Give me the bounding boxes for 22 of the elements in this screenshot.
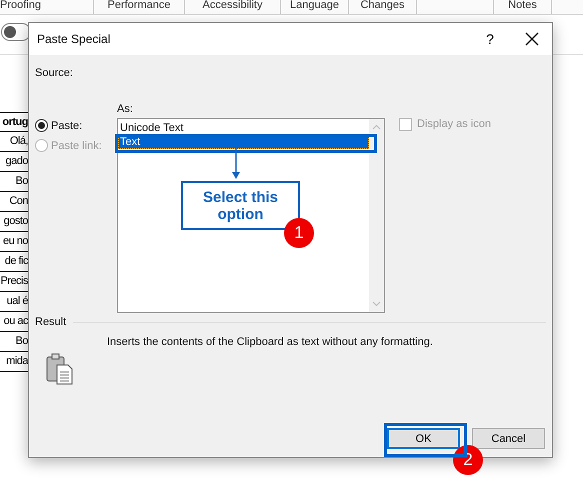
ribbon-group-label: Changes bbox=[360, 0, 405, 11]
result-description: Inserts the contents of the Clipboard as text without any formatting. bbox=[107, 336, 433, 348]
result-label: Result bbox=[35, 316, 66, 328]
scrollbar[interactable] bbox=[369, 119, 384, 312]
close-icon bbox=[525, 32, 539, 46]
ok-button[interactable]: OK bbox=[387, 428, 460, 449]
ribbon-group-label: Proofing bbox=[0, 0, 41, 11]
as-label: As: bbox=[117, 103, 134, 115]
dialog-title: Paste Special bbox=[37, 32, 112, 46]
ribbon-group-label: Performance bbox=[108, 0, 170, 11]
list-item[interactable]: Unicode Text bbox=[118, 121, 369, 135]
cancel-button[interactable]: Cancel bbox=[472, 428, 545, 449]
radio-option[interactable]: Paste: bbox=[35, 119, 117, 132]
source-label: Source: bbox=[35, 67, 73, 79]
help-button[interactable]: ? bbox=[480, 29, 500, 49]
scroll-down-icon bbox=[372, 301, 381, 307]
ribbon-group-label: Notes bbox=[508, 0, 537, 11]
arrow bbox=[231, 148, 241, 180]
ribbon-group-label: Accessibility bbox=[202, 0, 262, 11]
scroll-up-icon bbox=[372, 124, 381, 130]
clipboard-icon bbox=[46, 353, 74, 385]
ribbon-group-label: Language bbox=[290, 0, 339, 11]
